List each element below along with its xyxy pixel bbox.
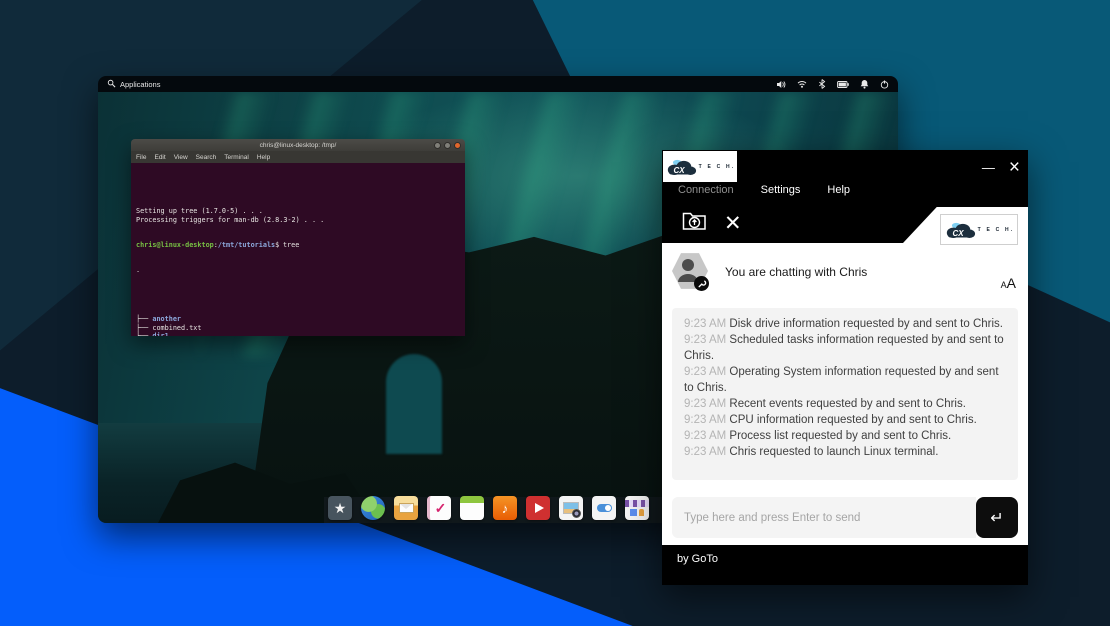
chat-message: 9:23 AM Recent events requested by and s… <box>684 396 1006 412</box>
dock-icon-tasks[interactable]: ✓ <box>427 496 451 520</box>
brand-tech-label: T E C H. <box>699 164 736 170</box>
minimize-button[interactable]: — <box>982 161 995 174</box>
tree-entry: ├── another <box>136 315 460 323</box>
arch-opening <box>386 354 442 454</box>
volume-icon[interactable] <box>776 80 786 89</box>
terminal-menubar: File Edit View Search Terminal Help <box>131 151 465 163</box>
cx-cloud-logo-icon: CX <box>665 158 697 176</box>
brand-logo: CX T E C H. <box>663 151 737 182</box>
dock-icon-videos[interactable] <box>526 496 550 520</box>
terminal-menu-item[interactable]: File <box>136 154 146 161</box>
window-controls: — × <box>982 152 1020 182</box>
message-text: Scheduled tasks information requested by… <box>684 334 1004 362</box>
dock-icon-calendar[interactable] <box>460 496 484 520</box>
svg-text:CX: CX <box>952 228 964 237</box>
desktop-top-panel: Applications <box>98 76 898 92</box>
send-button[interactable]: ↵ <box>976 497 1018 538</box>
message-timestamp: 9:23 AM <box>684 366 726 378</box>
message-text: Chris requested to launch Linux terminal… <box>729 446 938 458</box>
dock-icon-browser[interactable] <box>361 496 385 520</box>
message-text: Disk drive information requested by and … <box>729 318 1003 330</box>
menu-help[interactable]: Help <box>827 184 850 196</box>
search-icon <box>107 79 116 90</box>
close-button[interactable] <box>454 142 461 149</box>
terminal-prompt-line: chris@linux-desktop:/tmt/tutorials$tree <box>136 241 460 249</box>
brand-tech-label: T E C H. <box>978 227 1015 233</box>
terminal-output[interactable]: Setting up tree (1.7.0-5) . . .Processin… <box>131 163 465 336</box>
message-text: Process list requested by and sent to Ch… <box>729 430 951 442</box>
terminal-menu-item[interactable]: Help <box>257 154 270 161</box>
message-timestamp: 9:23 AM <box>684 446 726 458</box>
support-chat-window: CX T E C H. — × Connection Settings Help… <box>662 150 1028 585</box>
file-transfer-icon[interactable] <box>682 210 707 236</box>
dock-icon-mail[interactable] <box>394 496 418 520</box>
chat-message: 9:23 AM CPU information requested by and… <box>684 412 1006 428</box>
dock-icon-music[interactable]: ♪ <box>493 496 517 520</box>
message-timestamp: 9:23 AM <box>684 430 726 442</box>
message-text: CPU information requested by and sent to… <box>729 414 976 426</box>
tree-root-line: . <box>136 266 460 274</box>
terminal-menu-item[interactable]: Search <box>196 154 217 161</box>
chat-footer: by GoTo <box>662 545 1028 585</box>
chat-message: 9:23 AM Process list requested by and se… <box>684 428 1006 444</box>
end-session-icon[interactable]: ✕ <box>724 213 742 234</box>
chat-message: 9:23 AM Chris requested to launch Linux … <box>684 444 1006 460</box>
dock-icon-store[interactable] <box>625 496 649 520</box>
terminal-menu-item[interactable]: View <box>174 154 188 161</box>
terminal-menu-item[interactable]: Terminal <box>224 154 249 161</box>
chat-session-header: You are chatting with Chris AA <box>672 252 1018 302</box>
bell-icon[interactable] <box>860 79 869 89</box>
terminal-titlebar[interactable]: chris@linux-desktop: /tmp/ <box>131 139 465 151</box>
brand-logo-badge: CX T E C H. <box>940 214 1018 245</box>
chat-input-row: ↵ <box>672 497 1018 538</box>
menu-settings[interactable]: Settings <box>761 184 801 196</box>
screen: Applications ★ ✓ <box>0 0 1110 626</box>
chat-body: You are chatting with Chris AA 9:23 AM D… <box>662 243 1028 545</box>
chat-session-label: You are chatting with Chris <box>725 265 867 279</box>
dock: ★ ✓ ♪ <box>328 496 649 520</box>
dock-icon-photos[interactable] <box>559 496 583 520</box>
chat-input[interactable] <box>672 497 976 538</box>
dock-icon-favorites[interactable]: ★ <box>328 496 352 520</box>
power-icon[interactable] <box>880 80 889 89</box>
tree-entry: ├── dir1 <box>136 332 460 336</box>
cx-cloud-logo-icon: CX <box>944 221 976 239</box>
terminal-line: Setting up tree (1.7.0-5) . . . <box>136 207 460 215</box>
message-text: Recent events requested by and sent to C… <box>729 398 966 410</box>
chat-message: 9:23 AM Scheduled tasks information requ… <box>684 332 1006 364</box>
terminal-window: chris@linux-desktop: /tmp/ File Edit View S… <box>131 139 465 336</box>
chat-message: 9:23 AM Disk drive information requested… <box>684 316 1006 332</box>
message-text: Operating System information requested b… <box>684 366 999 394</box>
menu-connection[interactable]: Connection <box>678 184 734 196</box>
terminal-window-buttons <box>434 142 461 149</box>
applications-menu[interactable]: Applications <box>107 79 160 90</box>
chat-message-list[interactable]: 9:23 AM Disk drive information requested… <box>672 308 1018 480</box>
chat-toolbar: ✕ <box>682 210 742 236</box>
wifi-icon[interactable] <box>797 80 807 88</box>
terminal-line: Processing triggers for man-db (2.8.3-2)… <box>136 216 460 224</box>
message-timestamp: 9:23 AM <box>684 318 726 330</box>
message-timestamp: 9:23 AM <box>684 334 726 346</box>
close-icon[interactable]: × <box>1009 158 1020 177</box>
terminal-title: chris@linux-desktop: /tmp/ <box>131 142 465 149</box>
applications-label: Applications <box>120 80 160 89</box>
terminal-menu-item[interactable]: Edit <box>154 154 165 161</box>
chat-header: CX T E C H. — × Connection Settings Help… <box>662 150 1028 243</box>
chat-menubar: Connection Settings Help <box>678 184 850 196</box>
font-size-icon[interactable]: AA <box>1001 276 1016 292</box>
tree-entry: ├── combined.txt <box>136 324 460 332</box>
message-timestamp: 9:23 AM <box>684 398 726 410</box>
message-timestamp: 9:23 AM <box>684 414 726 426</box>
enter-icon: ↵ <box>990 508 1003 528</box>
dock-icon-settings[interactable] <box>592 496 616 520</box>
goto-attribution: by GoTo <box>677 553 718 565</box>
svg-text:CX: CX <box>673 165 685 174</box>
status-tray <box>776 79 889 89</box>
battery-icon[interactable] <box>837 81 849 88</box>
chat-message: 9:23 AM Operating System information req… <box>684 364 1006 396</box>
minimize-button[interactable] <box>434 142 441 149</box>
maximize-button[interactable] <box>444 142 451 149</box>
bluetooth-icon[interactable] <box>818 79 826 89</box>
technician-badge-icon <box>694 276 709 291</box>
